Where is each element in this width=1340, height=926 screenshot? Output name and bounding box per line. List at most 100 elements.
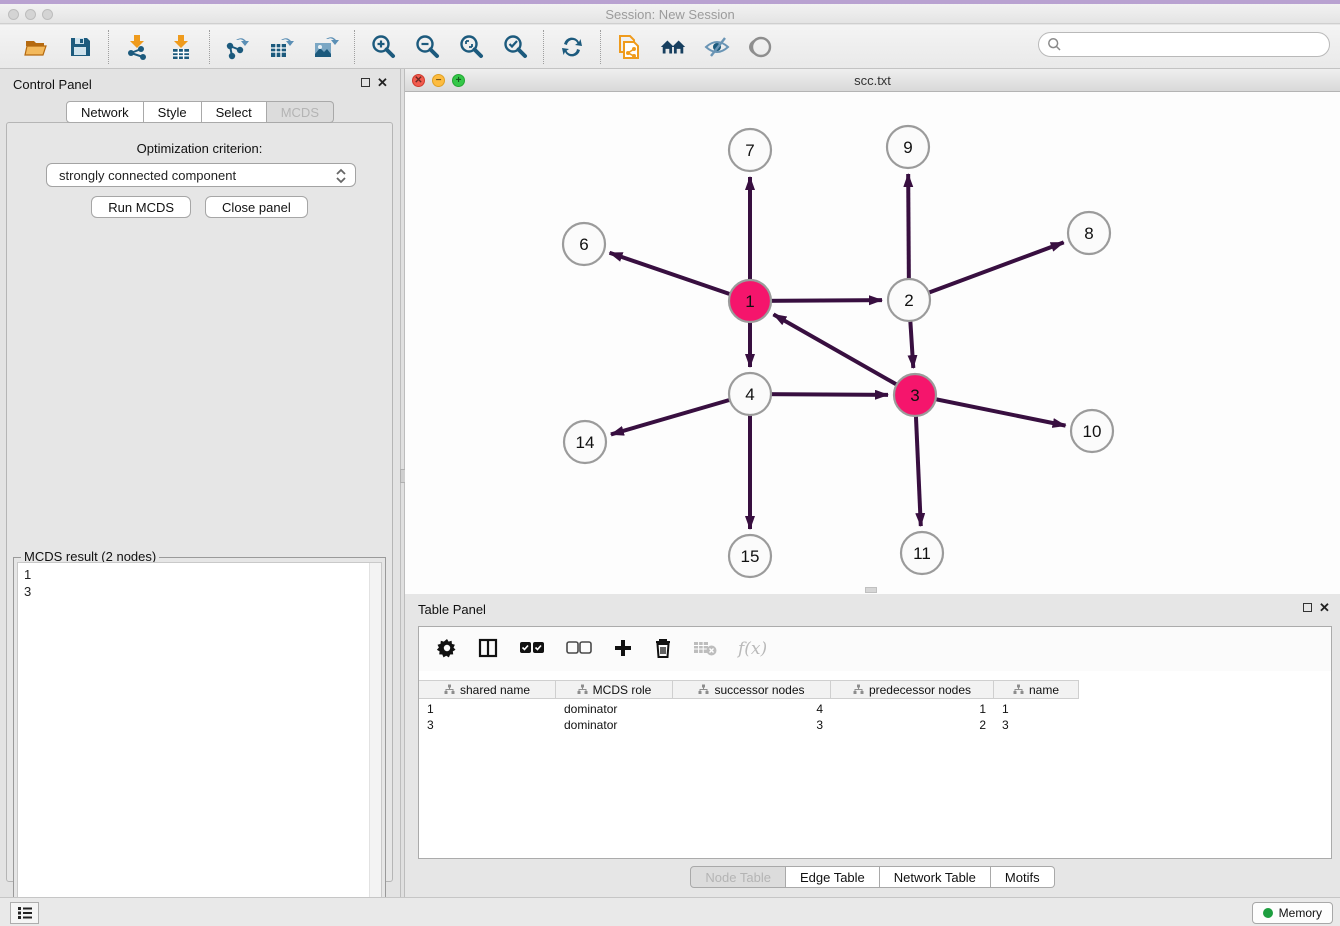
list-icon [17, 906, 33, 920]
tab-node-table[interactable]: Node Table [690, 866, 786, 888]
delete-columns-icon[interactable] [654, 638, 672, 661]
copy-network-view-icon[interactable] [615, 33, 643, 61]
graph-node-label-4: 4 [745, 385, 754, 404]
delete-table-icon[interactable] [693, 640, 717, 659]
search-input[interactable] [1038, 32, 1330, 57]
table-cell[interactable]: 3 [994, 718, 1079, 734]
table-cell[interactable]: 1 [994, 702, 1079, 718]
zoom-selected-icon[interactable] [501, 33, 529, 61]
table-cell[interactable]: 1 [831, 702, 994, 718]
control-panel-close-button[interactable]: ✕ [377, 75, 388, 91]
column-header-name[interactable]: name [994, 681, 1079, 698]
criterion-dropdown[interactable]: strongly connected component [46, 163, 356, 187]
tab-network-table[interactable]: Network Table [880, 866, 991, 888]
table-panel-title: Table Panel [418, 602, 486, 617]
table-cell[interactable]: dominator [556, 702, 673, 718]
zoom-out-icon[interactable] [413, 33, 441, 61]
show-all-networks-icon[interactable] [659, 33, 687, 61]
table-panel-float-button[interactable] [1303, 603, 1312, 612]
graph-node-label-1: 1 [745, 292, 754, 311]
show-graphics-details-icon[interactable] [747, 33, 775, 61]
control-panel: Control Panel ✕ NetworkStyleSelectMCDS O… [0, 69, 400, 897]
network-view-window: ✕ − + scc.txt 7968124314101511 [405, 69, 1340, 594]
graph-node-label-7: 7 [745, 141, 754, 160]
network-graph[interactable]: 7968124314101511 [405, 92, 1340, 594]
hide-graphics-details-icon[interactable] [703, 33, 731, 61]
task-history-button[interactable] [10, 902, 39, 924]
column-header-predecessor-nodes[interactable]: predecessor nodes [831, 681, 994, 698]
column-header-label: successor nodes [714, 683, 804, 697]
graph-node-label-8: 8 [1084, 224, 1093, 243]
tab-motifs[interactable]: Motifs [991, 866, 1055, 888]
graph-edge-2-8[interactable] [909, 242, 1064, 300]
network-window-titlebar: ✕ − + scc.txt [405, 69, 1340, 92]
tab-select[interactable]: Select [202, 101, 267, 123]
table-settings-icon[interactable] [437, 638, 457, 661]
graph-edge-1-6[interactable] [610, 253, 750, 301]
tab-style[interactable]: Style [144, 101, 202, 123]
table-cell[interactable]: 3 [673, 718, 831, 734]
sort-tree-icon [698, 684, 709, 695]
sort-tree-icon [1013, 684, 1024, 695]
window-title: Session: New Session [0, 7, 1340, 22]
function-builder-icon[interactable]: f(x) [738, 639, 767, 659]
table-toolbar: f(x) [419, 627, 1331, 671]
network-resize-handle[interactable] [865, 587, 877, 593]
column-header-label: predecessor nodes [869, 683, 971, 697]
network-canvas[interactable]: 7968124314101511 [405, 92, 1340, 594]
memory-status-icon [1263, 908, 1273, 918]
tab-network[interactable]: Network [66, 101, 144, 123]
run-mcds-button[interactable]: Run MCDS [91, 196, 191, 218]
status-bar: Memory [0, 897, 1340, 926]
graph-node-label-10: 10 [1083, 422, 1102, 441]
sort-tree-icon [444, 684, 455, 695]
result-scrollbar[interactable] [369, 563, 381, 924]
apply-layout-icon[interactable] [558, 33, 586, 61]
column-header-label: shared name [460, 683, 530, 697]
optimization-criterion-label: Optimization criterion: [7, 141, 392, 156]
main-toolbar [0, 25, 1340, 69]
chevron-updown-icon [335, 167, 347, 188]
export-image-icon[interactable] [312, 33, 340, 61]
graph-edge-3-10[interactable] [915, 395, 1066, 426]
import-table-icon[interactable] [167, 33, 195, 61]
table-row[interactable]: 1dominator411 [419, 702, 1079, 718]
column-header-shared-name[interactable]: shared name [419, 681, 556, 698]
tab-edge-table[interactable]: Edge Table [786, 866, 880, 888]
table-cell[interactable]: dominator [556, 718, 673, 734]
criterion-dropdown-value: strongly connected component [59, 168, 236, 183]
table-row[interactable]: 3dominator323 [419, 718, 1079, 734]
memory-button[interactable]: Memory [1252, 902, 1333, 924]
graph-node-label-6: 6 [579, 235, 588, 254]
graph-node-label-9: 9 [903, 138, 912, 157]
graph-node-label-11: 11 [913, 544, 931, 563]
table-cell[interactable]: 4 [673, 702, 831, 718]
graph-edge-3-1[interactable] [773, 314, 915, 395]
unselect-all-columns-icon[interactable] [566, 641, 592, 658]
select-all-columns-icon[interactable] [519, 641, 545, 658]
table-tabs: Node TableEdge TableNetwork TableMotifs [405, 866, 1340, 888]
mcds-result-text[interactable]: 1 3 [17, 562, 382, 925]
open-session-icon[interactable] [22, 33, 50, 61]
export-network-icon[interactable] [224, 33, 252, 61]
show-columns-icon[interactable] [478, 638, 498, 661]
tab-mcds[interactable]: MCDS [267, 101, 334, 123]
table-cell[interactable]: 3 [419, 718, 556, 734]
create-column-icon[interactable] [613, 638, 633, 661]
table-cell[interactable]: 1 [419, 702, 556, 718]
zoom-in-icon[interactable] [369, 33, 397, 61]
control-panel-float-button[interactable] [361, 78, 370, 87]
column-header-MCDS-role[interactable]: MCDS role [556, 681, 673, 698]
control-panel-tabs: NetworkStyleSelectMCDS [0, 101, 400, 123]
table-panel-close-button[interactable]: ✕ [1319, 600, 1330, 616]
table-panel: Table Panel ✕ [405, 594, 1340, 897]
graph-node-label-15: 15 [741, 547, 760, 566]
import-network-icon[interactable] [123, 33, 151, 61]
zoom-fit-icon[interactable] [457, 33, 485, 61]
sort-tree-icon [853, 684, 864, 695]
save-session-icon[interactable] [66, 33, 94, 61]
close-panel-button[interactable]: Close panel [205, 196, 308, 218]
column-header-successor-nodes[interactable]: successor nodes [673, 681, 831, 698]
table-cell[interactable]: 2 [831, 718, 994, 734]
export-table-icon[interactable] [268, 33, 296, 61]
